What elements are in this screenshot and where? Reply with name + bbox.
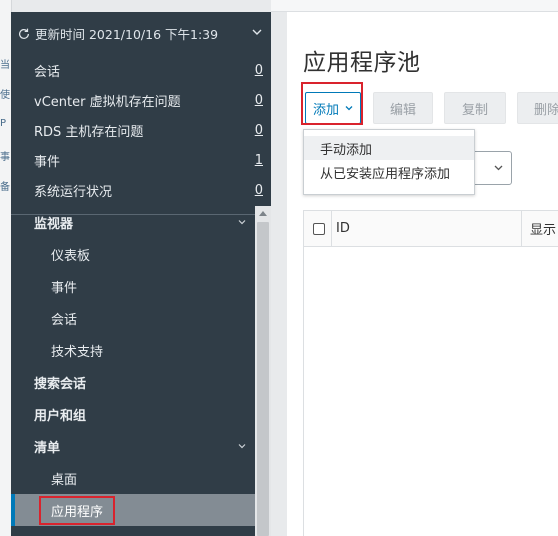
app-window: 当 使 P 事 备 更新时间 2021/10/16 下午1:39 会话 0 vC… bbox=[0, 0, 558, 536]
column-header-id[interactable]: ID bbox=[331, 210, 521, 247]
sidebar-nav: 监视器 仪表板 事件 会话 技术支持 搜索会话 用户和组 清单 桌面 应用程序 bbox=[11, 206, 255, 526]
stat-count-link[interactable]: 0 bbox=[251, 183, 263, 198]
stat-label: RDS 主机存在问题 bbox=[34, 124, 144, 140]
delete-button[interactable]: 删除 bbox=[517, 92, 558, 124]
refresh-icon[interactable] bbox=[17, 27, 31, 41]
stat-events[interactable]: 事件 1 bbox=[11, 145, 271, 175]
stat-sessions[interactable]: 会话 0 bbox=[11, 55, 271, 85]
add-dropdown-menu: 手动添加 从已安装应用程序添加 bbox=[303, 129, 475, 195]
refresh-row[interactable]: 更新时间 2021/10/16 下午1:39 bbox=[11, 12, 271, 55]
sidebar-item-label: 技术支持 bbox=[51, 344, 104, 360]
top-header-strip bbox=[271, 0, 558, 12]
copy-button[interactable]: 复制 bbox=[444, 92, 506, 124]
stat-label: vCenter 虚拟机存在问题 bbox=[34, 94, 181, 110]
add-button-label: 添加 bbox=[312, 101, 339, 117]
sidebar-item-events[interactable]: 事件 bbox=[11, 270, 255, 302]
menu-item-add-from-installed[interactable]: 从已安装应用程序添加 bbox=[304, 160, 474, 184]
stat-vcenter-vm-problems[interactable]: vCenter 虚拟机存在问题 0 bbox=[11, 85, 271, 115]
background-text: 备 bbox=[0, 182, 10, 193]
stat-label: 事件 bbox=[34, 154, 61, 170]
sidebar-item-label: 桌面 bbox=[51, 472, 78, 488]
column-header-display-name[interactable]: 显示 bbox=[521, 210, 556, 247]
sidebar-item-label: 会话 bbox=[51, 312, 78, 328]
scroll-up-arrow-icon[interactable] bbox=[259, 210, 267, 216]
chevron-down-icon[interactable] bbox=[237, 441, 247, 451]
stat-count-link[interactable]: 1 bbox=[251, 153, 263, 168]
active-indicator bbox=[11, 494, 15, 526]
caret-down-icon bbox=[345, 106, 353, 111]
nav-group-label: 清单 bbox=[34, 440, 61, 456]
background-text: P bbox=[0, 118, 7, 129]
sidebar-item-sessions[interactable]: 会话 bbox=[11, 302, 255, 334]
sidebar-item-search-sessions[interactable]: 搜索会话 bbox=[11, 366, 255, 398]
stat-count-link[interactable]: 0 bbox=[251, 123, 263, 138]
nav-group-inventory[interactable]: 清单 bbox=[11, 430, 255, 462]
stat-count-link[interactable]: 0 bbox=[251, 63, 263, 78]
chevron-down-icon[interactable] bbox=[251, 26, 263, 38]
chevron-down-icon bbox=[494, 165, 503, 171]
page-title: 应用程序池 bbox=[303, 50, 421, 76]
chevron-down-icon[interactable] bbox=[237, 217, 247, 227]
stat-rds-host-problems[interactable]: RDS 主机存在问题 0 bbox=[11, 115, 271, 145]
sidebar-item-label: 搜索会话 bbox=[34, 376, 87, 392]
sidebar-item-label: 应用程序 bbox=[39, 495, 116, 525]
stat-count-link[interactable]: 0 bbox=[251, 93, 263, 108]
main-panel: 应用程序池 添加 编辑 复制 删除 手动添加 从已安装应用程序添加 ID 显示 bbox=[287, 12, 558, 536]
stat-system-health[interactable]: 系统运行状况 0 bbox=[11, 175, 271, 205]
background-text: 当 bbox=[0, 60, 10, 71]
edit-button[interactable]: 编辑 bbox=[373, 92, 433, 124]
sidebar-item-applications[interactable]: 应用程序 bbox=[11, 494, 255, 526]
grid-header: ID 显示 bbox=[304, 210, 558, 247]
nav-group-monitor[interactable]: 监视器 bbox=[11, 206, 255, 238]
background-text: 事 bbox=[0, 152, 10, 163]
select-all-checkbox[interactable] bbox=[313, 222, 325, 235]
sidebar-item-label: 仪表板 bbox=[51, 248, 91, 264]
sidebar-item-label: 事件 bbox=[51, 280, 78, 296]
sidebar-item-desktops[interactable]: 桌面 bbox=[11, 462, 255, 494]
sidebar-item-support[interactable]: 技术支持 bbox=[11, 334, 255, 366]
sidebar: 更新时间 2021/10/16 下午1:39 会话 0 vCenter 虚拟机存… bbox=[11, 12, 271, 536]
add-button[interactable]: 添加 bbox=[305, 92, 361, 124]
background-text: 使 bbox=[0, 90, 10, 101]
scrollbar-thumb[interactable] bbox=[257, 222, 269, 536]
sidebar-item-dashboard[interactable]: 仪表板 bbox=[11, 238, 255, 270]
sidebar-item-label: 用户和组 bbox=[34, 408, 87, 424]
updated-time-label: 更新时间 2021/10/16 下午1:39 bbox=[35, 27, 219, 42]
sidebar-item-users-groups[interactable]: 用户和组 bbox=[11, 398, 255, 430]
application-pools-grid: ID 显示 bbox=[303, 210, 558, 536]
nav-group-label: 监视器 bbox=[34, 216, 74, 232]
stat-label: 系统运行状况 bbox=[34, 184, 113, 200]
stat-label: 会话 bbox=[34, 64, 61, 80]
menu-item-manual-add[interactable]: 手动添加 bbox=[304, 136, 474, 160]
